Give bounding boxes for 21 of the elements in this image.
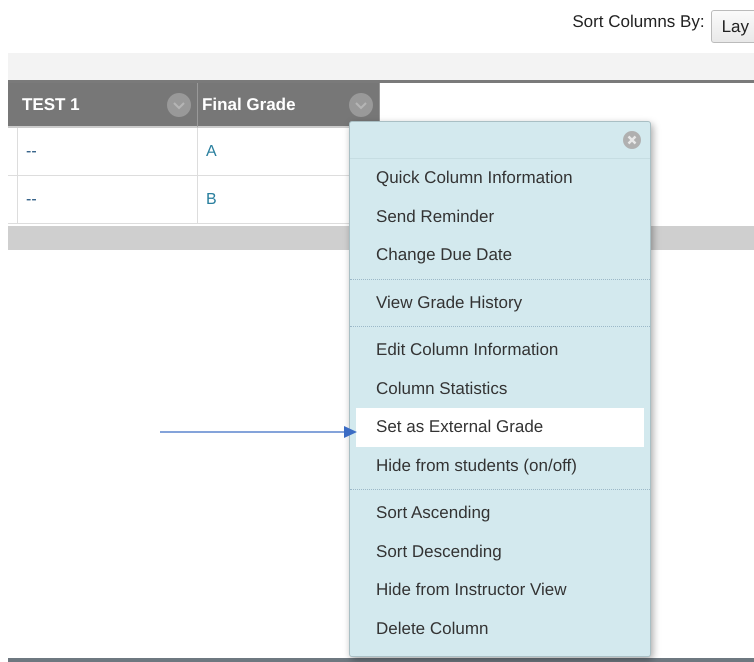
column-title: Final Grade <box>202 94 296 114</box>
sort-select[interactable]: Lay <box>710 10 754 43</box>
menu-item[interactable]: Hide from Instructor View <box>356 571 644 610</box>
table-cell <box>8 128 18 176</box>
menu-item[interactable]: Set as External Grade <box>356 408 644 446</box>
table-cell <box>8 176 18 224</box>
table-cell: -- <box>18 176 198 224</box>
chevron-icon[interactable] <box>349 92 373 116</box>
close-icon[interactable] <box>622 130 642 150</box>
menu-item[interactable]: Delete Column <box>356 610 644 648</box>
table-cell: -- <box>18 128 198 176</box>
menu-item[interactable]: Sort Descending <box>356 532 644 571</box>
menu-item[interactable]: Change Due Date <box>356 236 644 274</box>
sort-label: Sort Columns By: <box>572 12 705 32</box>
chevron-icon[interactable] <box>167 92 191 116</box>
column-title: TEST 1 <box>22 94 80 114</box>
menu-item[interactable]: View Grade History <box>356 284 644 322</box>
menu-item[interactable]: Column Statistics <box>356 370 644 408</box>
menu-item[interactable]: Edit Column Information <box>356 331 644 370</box>
menu-item[interactable]: Sort Ascending <box>356 494 644 532</box>
menu-item[interactable]: Hide from students (on/off) <box>356 446 644 485</box>
